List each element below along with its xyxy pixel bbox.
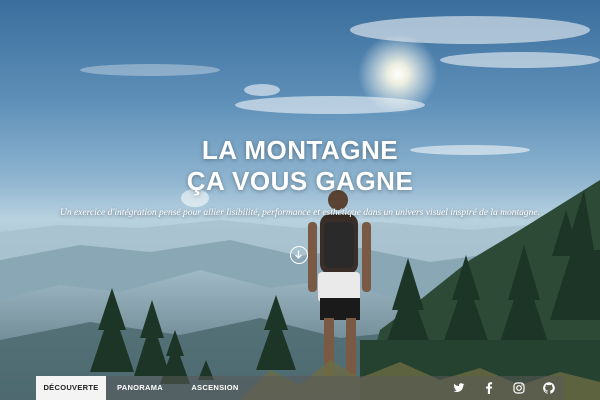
bottom-nav-bar: Découverte Panorama Ascension [36,376,564,400]
github-icon[interactable] [542,381,556,395]
instagram-icon[interactable] [512,381,526,395]
hero-title-line-1: LA MONTAGNE [201,135,399,165]
hero-title-line-2: ÇA VOUS GAGNE [186,166,414,196]
tab-ascension[interactable]: Ascension [182,376,248,400]
mountain-scene-image [0,16,600,400]
scroll-down-button[interactable] [290,246,308,264]
facebook-icon[interactable] [482,381,496,395]
arrow-down-icon [295,250,302,259]
tab-panorama[interactable]: Panorama [110,376,170,400]
hero-banner: LA MONTAGNE ÇA VOUS GAGNE Un exercice d'… [0,0,600,400]
hero-tagline: Un exercice d'intégration pensé pour all… [59,208,541,218]
tab-decouverte[interactable]: Découverte [36,376,106,400]
sun [358,34,438,114]
twitter-icon[interactable] [452,381,466,395]
